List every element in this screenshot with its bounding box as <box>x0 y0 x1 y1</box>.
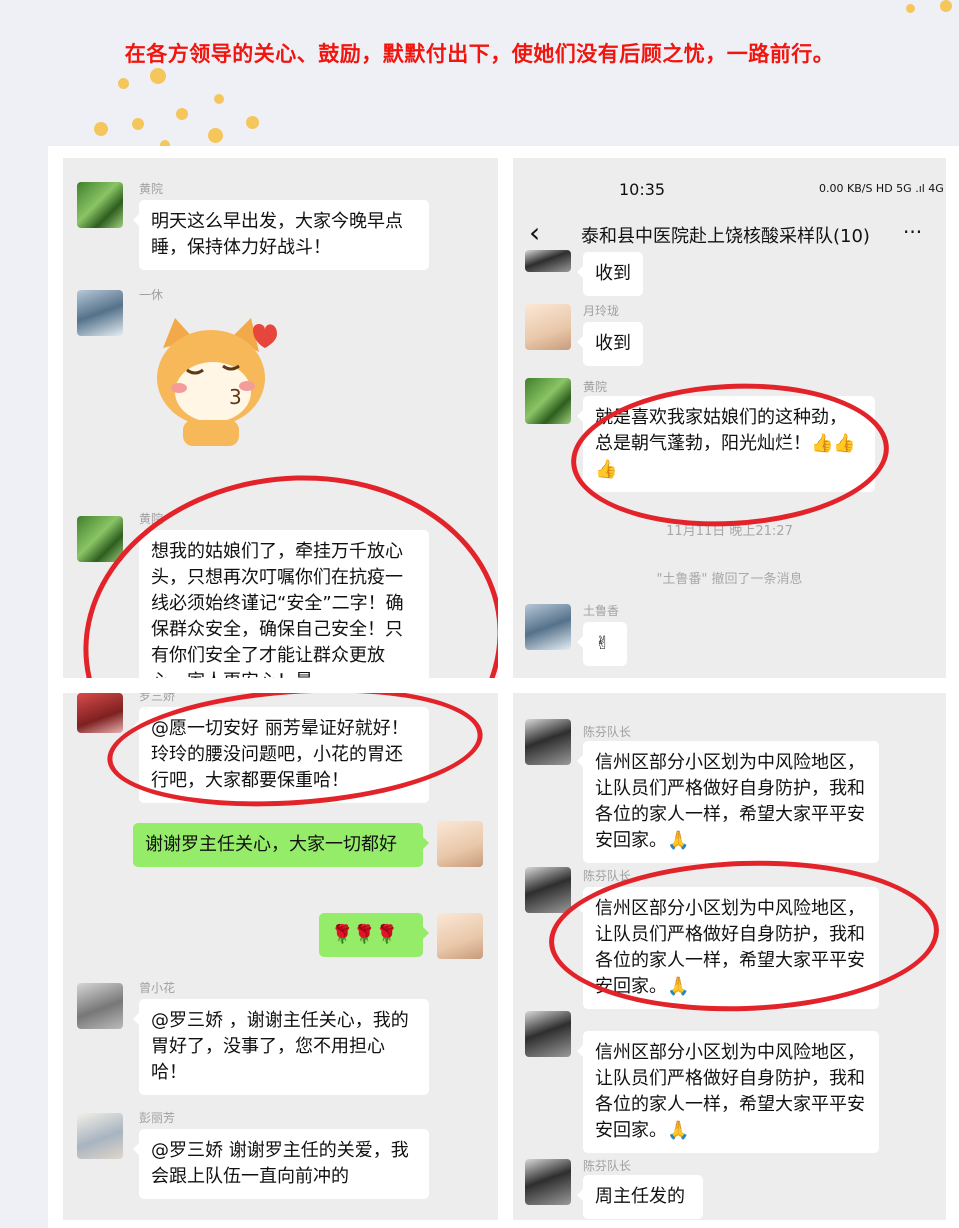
headline: 在各方领导的关心、鼓励，默默付出下，使她们没有后顾之忧，一路前行。 <box>124 42 835 66</box>
sender-name: 彭丽芳 <box>139 1111 176 1125</box>
my-avatar[interactable] <box>437 821 483 867</box>
message-bubble[interactable]: 信州区部分小区划为中风险地区，让队员们严格做好自身防护，我和各位的家人一样，希望… <box>577 887 879 1009</box>
chat-panel-bottom-right: 陈芬队长 信州区部分小区划为中风险地区，让队员们严格做好自身防护，我和各位的家人… <box>513 693 946 1220</box>
sender-name: 陈芬队长 <box>583 869 632 883</box>
avatar[interactable] <box>77 290 123 336</box>
recall-notice: "土鲁番" 撤回了一条消息 <box>656 572 803 587</box>
message-bubble[interactable]: 想我的姑娘们了，牵挂万千放心头，只想再次叮嘱你们在抗疫一线必须始终谨记“安全”二… <box>139 530 429 678</box>
message-bubble[interactable]: 就是喜欢我家姑娘们的这种劲，总是朝气蓬勃，阳光灿烂！👍👍👍 <box>577 396 875 492</box>
sender-name: 月玲珑 <box>583 304 620 318</box>
sender-name: 曾小花 <box>139 981 176 995</box>
sender-name: 黄院 <box>139 182 164 196</box>
message-bubble[interactable]: @愿一切安好 丽芳晕证好就好！玲玲的腰没问题吧，小花的胃还行吧，大家都要保重哈！ <box>133 707 429 803</box>
cat-kiss-sticker[interactable]: 3 <box>143 308 283 448</box>
sent-message-bubble[interactable]: 谢谢罗主任关心，大家一切都好 <box>133 823 429 867</box>
message-bubble[interactable]: @罗三娇 谢谢罗主任的关爱，我会跟上队伍一直向前冲的 <box>133 1129 429 1199</box>
chat-title: 泰和县中医院赴上饶核酸采样队(10) <box>581 226 870 247</box>
message-bubble[interactable]: 收到 <box>577 322 643 366</box>
avatar[interactable] <box>525 719 571 765</box>
sender-name: 黄院 <box>139 512 164 526</box>
back-icon[interactable]: ‹ <box>529 218 540 248</box>
chat-panel-top-left: 黄院 明天这么早出发，大家今晚早点睡，保持体力好战斗！ 一休 3 黄院 想我的姑… <box>63 158 498 678</box>
sender-name: 黄院 <box>583 380 608 394</box>
avatar[interactable] <box>525 604 571 650</box>
sender-name: 罗三娇 <box>139 693 176 703</box>
avatar[interactable] <box>525 250 571 272</box>
message-bubble[interactable]: ✌ <box>577 622 627 666</box>
sender-name: 土鲁香 <box>583 604 620 618</box>
avatar[interactable] <box>525 1159 571 1205</box>
avatar[interactable] <box>525 1011 571 1057</box>
message-bubble[interactable]: 明天这么早出发，大家今晚早点睡，保持体力好战斗！ <box>133 200 429 270</box>
message-timestamp: 11月11日 晚上21:27 <box>666 524 793 539</box>
message-bubble[interactable]: 信州区部分小区划为中风险地区，让队员们严格做好自身防护，我和各位的家人一样，希望… <box>577 1031 879 1153</box>
my-avatar[interactable] <box>437 913 483 959</box>
more-icon[interactable]: ··· <box>903 220 922 244</box>
avatar[interactable] <box>77 693 123 733</box>
avatar[interactable] <box>525 378 571 424</box>
status-time: 10:35 <box>619 180 666 199</box>
status-bar: 10:35 0.00 KB/S HD 5G .ıl 4G <box>513 158 946 214</box>
status-icons: 0.00 KB/S HD 5G .ıl 4G <box>819 182 944 195</box>
message-bubble[interactable]: @罗三娇 ，谢谢主任关心，我的胃好了，没事了，您不用担心哈！ <box>133 999 429 1095</box>
svg-text:3: 3 <box>229 385 242 409</box>
chat-nav-bar: ‹ 泰和县中医院赴上饶核酸采样队(10) ··· <box>513 214 946 258</box>
avatar[interactable] <box>525 867 571 913</box>
avatar[interactable] <box>525 304 571 350</box>
message-bubble[interactable]: 收到 <box>577 252 643 296</box>
cat-sticker-icon: 3 <box>157 318 277 446</box>
sender-name: 一休 <box>139 288 164 302</box>
sender-name: 陈芬队长 <box>583 725 632 739</box>
message-bubble[interactable]: 信州区部分小区划为中风险地区，让队员们严格做好自身防护，我和各位的家人一样，希望… <box>577 741 879 863</box>
avatar[interactable] <box>77 1113 123 1159</box>
sender-name: 陈芬队长 <box>583 1159 632 1173</box>
sent-message-bubble[interactable]: 🌹🌹🌹 <box>319 913 429 957</box>
avatar[interactable] <box>77 516 123 562</box>
chat-panel-bottom-left: 罗三娇 @愿一切安好 丽芳晕证好就好！玲玲的腰没问题吧，小花的胃还行吧，大家都要… <box>63 693 498 1220</box>
message-bubble[interactable]: 周主任发的 <box>577 1175 703 1219</box>
avatar[interactable] <box>77 983 123 1029</box>
avatar[interactable] <box>77 182 123 228</box>
chat-panel-top-right: 10:35 0.00 KB/S HD 5G .ıl 4G ‹ 泰和县中医院赴上饶… <box>513 158 946 678</box>
